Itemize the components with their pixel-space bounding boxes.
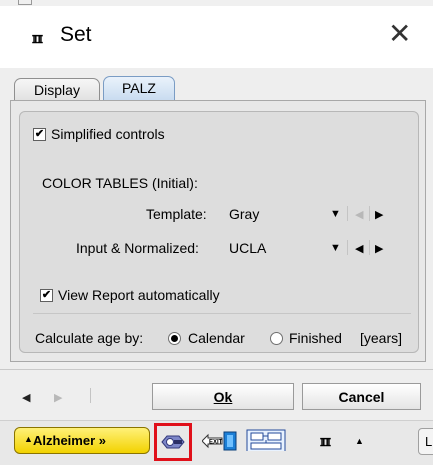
l-button-label: L xyxy=(425,434,433,449)
divider xyxy=(369,240,370,255)
view-report-label: View Report automatically xyxy=(58,287,220,303)
triangle-up-icon: ▲ xyxy=(24,434,33,444)
window-title: Set xyxy=(60,23,92,46)
template-dropdown-icon[interactable]: ▼ xyxy=(330,208,341,220)
triangle-up-icon[interactable]: ▲ xyxy=(355,436,364,446)
template-next-icon[interactable]: ▶ xyxy=(375,208,383,221)
ok-button-label: Ok xyxy=(213,389,233,405)
svg-text:EXIT: EXIT xyxy=(209,440,223,446)
prev-arrow-icon[interactable]: ◀ xyxy=(22,391,30,404)
simplified-controls-checkbox[interactable]: ✔ xyxy=(33,128,46,141)
template-label: Template: xyxy=(146,206,207,222)
top-strip-mark xyxy=(18,0,32,5)
input-normalized-value[interactable]: UCLA xyxy=(229,240,266,256)
age-unit: [years] xyxy=(360,330,403,346)
divider xyxy=(369,206,370,221)
view-report-checkbox[interactable]: ✔ xyxy=(40,289,53,302)
cancel-button[interactable]: Cancel xyxy=(302,383,421,410)
cancel-button-label: Cancel xyxy=(338,389,385,405)
tab-palz[interactable]: PALZ xyxy=(103,76,175,100)
divider xyxy=(33,313,411,314)
input-normalized-prev-icon[interactable]: ◀ xyxy=(355,242,363,255)
finished-radio[interactable] xyxy=(270,332,283,345)
divider xyxy=(347,240,348,255)
template-value[interactable]: Gray xyxy=(229,206,259,222)
ok-button[interactable]: Ok xyxy=(152,383,294,410)
divider xyxy=(90,388,91,403)
input-normalized-label: Input & Normalized: xyxy=(76,240,199,256)
finished-radio-label: Finished xyxy=(289,330,342,346)
next-arrow-icon[interactable]: ▶ xyxy=(54,391,62,404)
alzheimer-button[interactable]: ▲ Alzheimer » xyxy=(14,427,150,454)
calendar-radio-label: Calendar xyxy=(188,330,245,346)
input-normalized-next-icon[interactable]: ▶ xyxy=(375,242,383,255)
calendar-radio[interactable] xyxy=(168,332,181,345)
settings-group xyxy=(19,111,419,353)
age-label: Calculate age by: xyxy=(35,330,144,346)
l-button[interactable]: L xyxy=(418,428,433,455)
tab-display[interactable]: Display xyxy=(14,78,100,100)
divider xyxy=(347,206,348,221)
exit-icon[interactable]: EXIT xyxy=(202,430,238,452)
input-normalized-dropdown-icon[interactable]: ▼ xyxy=(330,242,341,254)
color-tables-heading: COLOR TABLES (Initial): xyxy=(42,175,198,191)
divider xyxy=(0,369,433,370)
pmod-icon: ℼ xyxy=(32,29,43,47)
layout-tool-icon[interactable] xyxy=(246,429,286,451)
alzheimer-button-label: Alzheimer » xyxy=(33,433,106,448)
simplified-controls-label: Simplified controls xyxy=(51,126,165,142)
pmod-taskbar-icon[interactable]: ℼ xyxy=(320,432,331,450)
close-icon[interactable]: ✕ xyxy=(388,17,411,50)
settings-tool-icon[interactable] xyxy=(160,431,186,453)
template-prev-icon[interactable]: ◀ xyxy=(355,208,363,221)
